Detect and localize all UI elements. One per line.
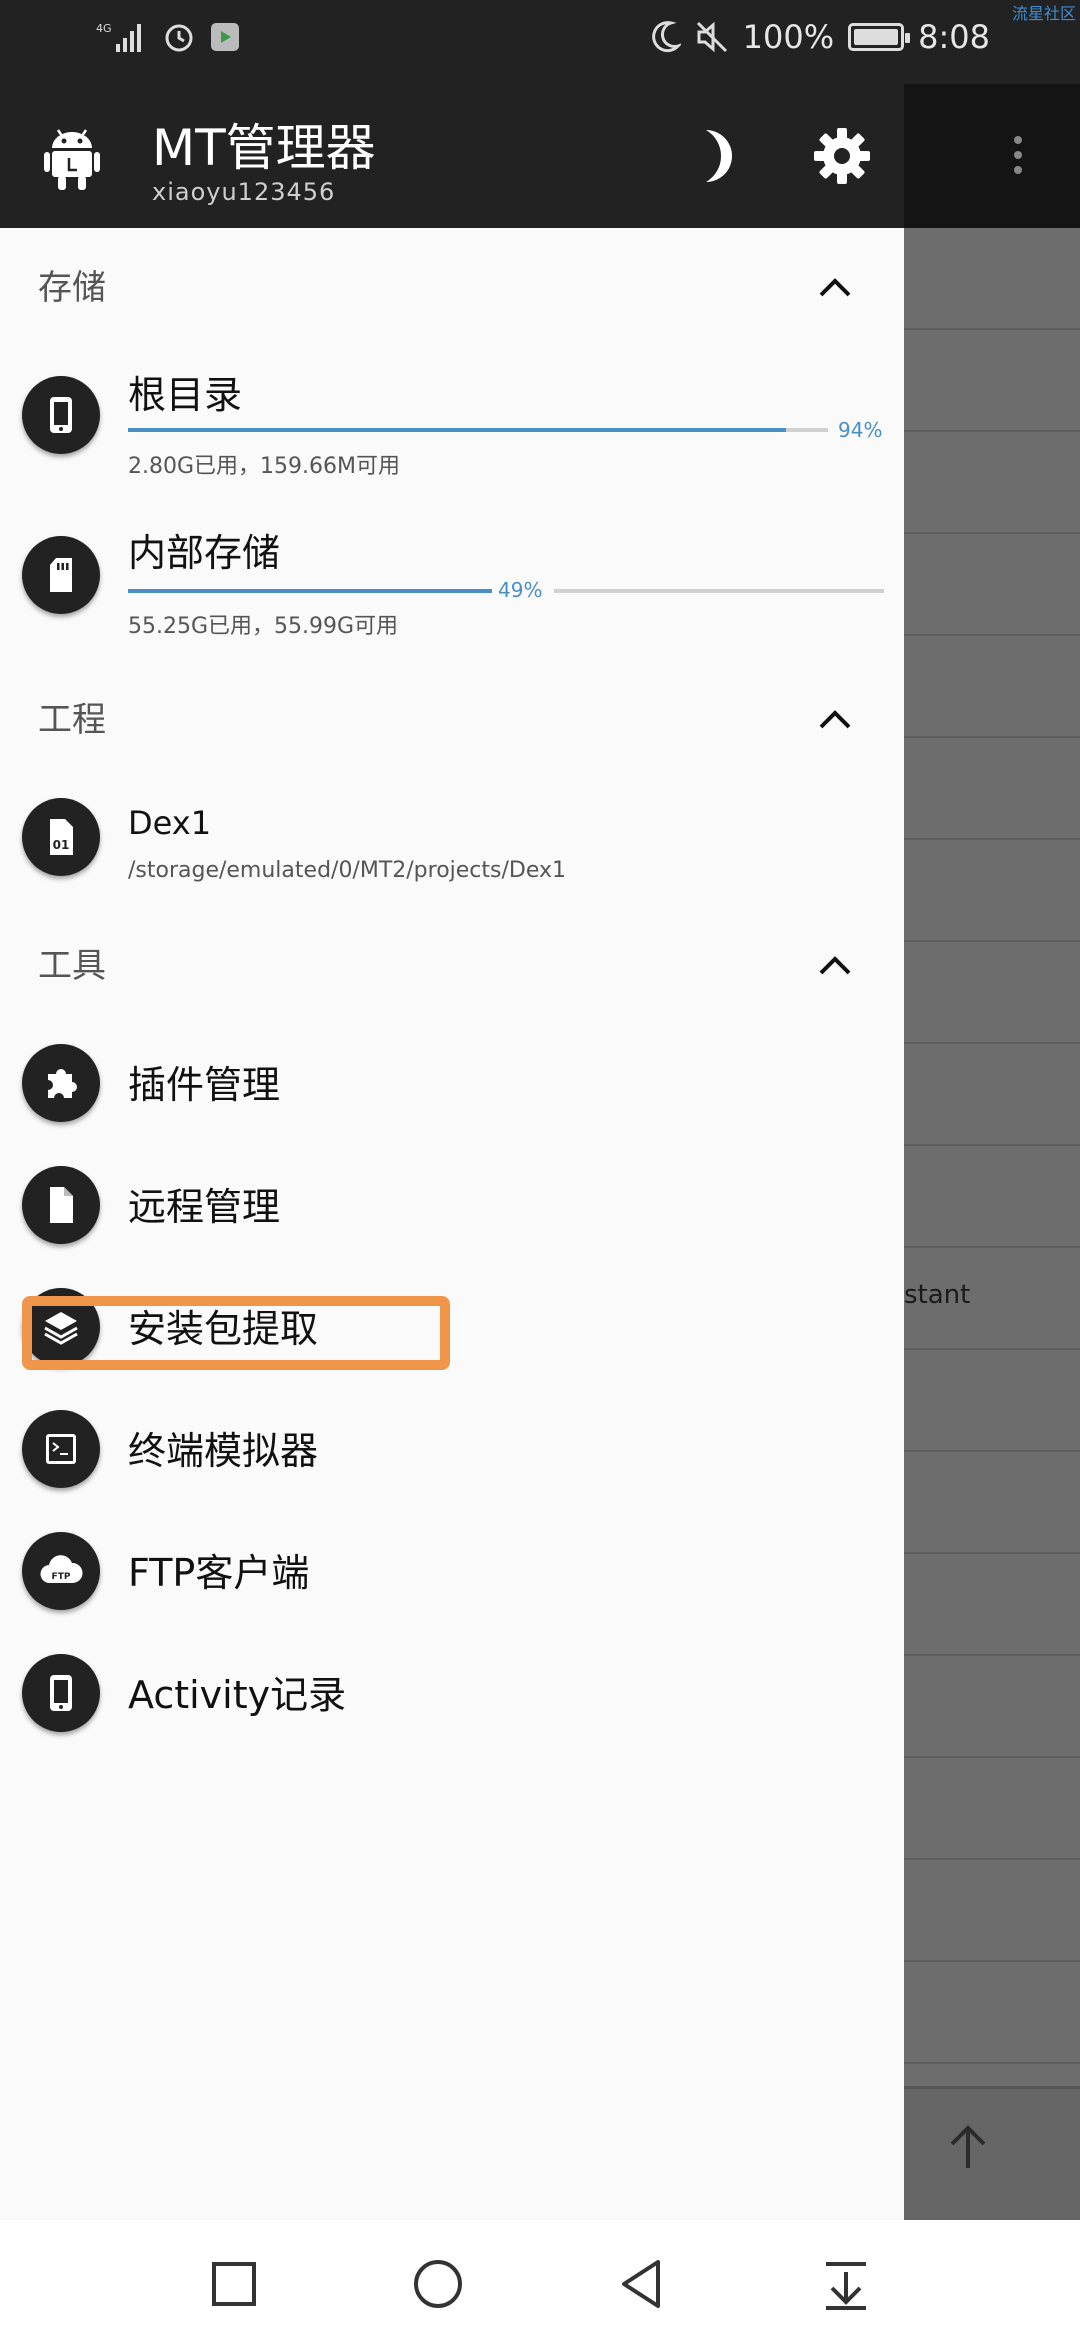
battery-percent: 100%	[742, 18, 835, 56]
collapse-chevron-up-icon[interactable]	[818, 276, 852, 298]
background-list-row	[904, 1044, 1080, 1146]
background-file-list	[904, 228, 1080, 2082]
background-list-row	[904, 1146, 1080, 1248]
up-arrow-icon[interactable]	[946, 2122, 990, 2185]
battery-icon	[848, 23, 911, 51]
sd-card-icon	[22, 536, 100, 614]
puzzle-icon	[22, 1044, 100, 1122]
background-list-row	[904, 228, 1080, 330]
phone-icon	[22, 376, 100, 454]
signal-icon: 4G	[96, 22, 141, 52]
background-list-row	[904, 1758, 1080, 1860]
night-mode-icon[interactable]	[696, 126, 744, 186]
svg-text:FTP: FTP	[52, 1572, 71, 1582]
home-circle-icon[interactable]	[408, 2254, 468, 2314]
storage-name: 根目录	[128, 373, 243, 417]
background-list-row	[904, 1554, 1080, 1656]
app-title: MT管理器	[152, 119, 376, 177]
background-list-row	[904, 636, 1080, 738]
usage-percent: 49%	[498, 578, 543, 602]
storage-usage: 55.25G已用，55.99G可用	[128, 614, 399, 639]
collapse-chevron-up-icon[interactable]	[818, 708, 852, 730]
background-list-row	[904, 432, 1080, 534]
back-triangle-icon[interactable]	[612, 2254, 672, 2314]
background-list-row	[904, 840, 1080, 942]
muted-icon	[696, 21, 727, 53]
recent-apps-square-icon[interactable]	[204, 2254, 264, 2314]
project-name: Dex1	[128, 804, 212, 842]
drawer-header: MT管理器 xiaoyu123456	[0, 84, 904, 228]
section-header-storage: 存储	[38, 268, 106, 308]
background-app-bar	[904, 84, 1080, 228]
tool-name: 插件管理	[128, 1063, 281, 1107]
file-icon	[22, 1166, 100, 1244]
highlight-annotation-box	[22, 1296, 450, 1370]
alarm-icon	[165, 24, 193, 52]
network-label: 4G	[96, 22, 112, 35]
section-header-tools: 工具	[38, 946, 106, 986]
tool-name: Activity记录	[128, 1673, 347, 1717]
collapse-chevron-up-icon[interactable]	[818, 954, 852, 976]
watermark: 流星社区	[1011, 4, 1076, 23]
do-not-disturb-moon-icon	[651, 21, 681, 53]
android-logo-icon	[44, 129, 100, 190]
storage-usage: 2.80G已用，159.66M可用	[128, 454, 400, 479]
tool-name: 终端模拟器	[128, 1429, 319, 1473]
background-list-row	[904, 534, 1080, 636]
background-list-row	[904, 942, 1080, 1044]
background-list-row	[904, 1656, 1080, 1758]
media-app-icon	[211, 23, 239, 51]
progress-fill	[128, 428, 786, 432]
tool-name: FTP客户端	[128, 1551, 310, 1595]
navigation-drawer: MT管理器 xiaoyu123456 存储 根目录 94% 2.80G已用，15…	[0, 84, 904, 2220]
usage-percent: 94%	[838, 418, 883, 442]
background-bottom-bar	[904, 2086, 1080, 2223]
notification-pulldown-icon[interactable]	[816, 2254, 876, 2314]
clock: 8:08	[918, 18, 990, 56]
project-path: /storage/emulated/0/MT2/projects/Dex1	[128, 858, 567, 883]
progress-track	[554, 589, 884, 593]
user-name: xiaoyu123456	[152, 178, 336, 206]
terminal-icon	[22, 1410, 100, 1488]
background-list-row	[904, 330, 1080, 432]
overflow-menu-icon[interactable]	[1014, 136, 1022, 181]
phone-icon	[22, 1654, 100, 1732]
system-navigation-bar	[0, 2220, 1080, 2340]
tool-name: 远程管理	[128, 1185, 281, 1229]
background-list-row	[904, 1860, 1080, 1962]
background-list-row	[904, 738, 1080, 840]
status-bar: 4G 100% 8:08 流星社区	[0, 0, 1080, 84]
storage-name: 内部存储	[128, 531, 281, 575]
section-header-project: 工程	[38, 700, 106, 740]
svg-text:01: 01	[53, 838, 70, 852]
background-list-row	[904, 1452, 1080, 1554]
settings-gear-icon[interactable]	[812, 126, 872, 186]
background-partial-text: stant	[904, 1280, 971, 1310]
background-list-row	[904, 1350, 1080, 1452]
dex-file-icon: 01	[22, 798, 100, 876]
background-list-row	[904, 1962, 1080, 2064]
ftp-cloud-icon: FTP	[22, 1532, 100, 1610]
progress-fill	[128, 589, 492, 593]
